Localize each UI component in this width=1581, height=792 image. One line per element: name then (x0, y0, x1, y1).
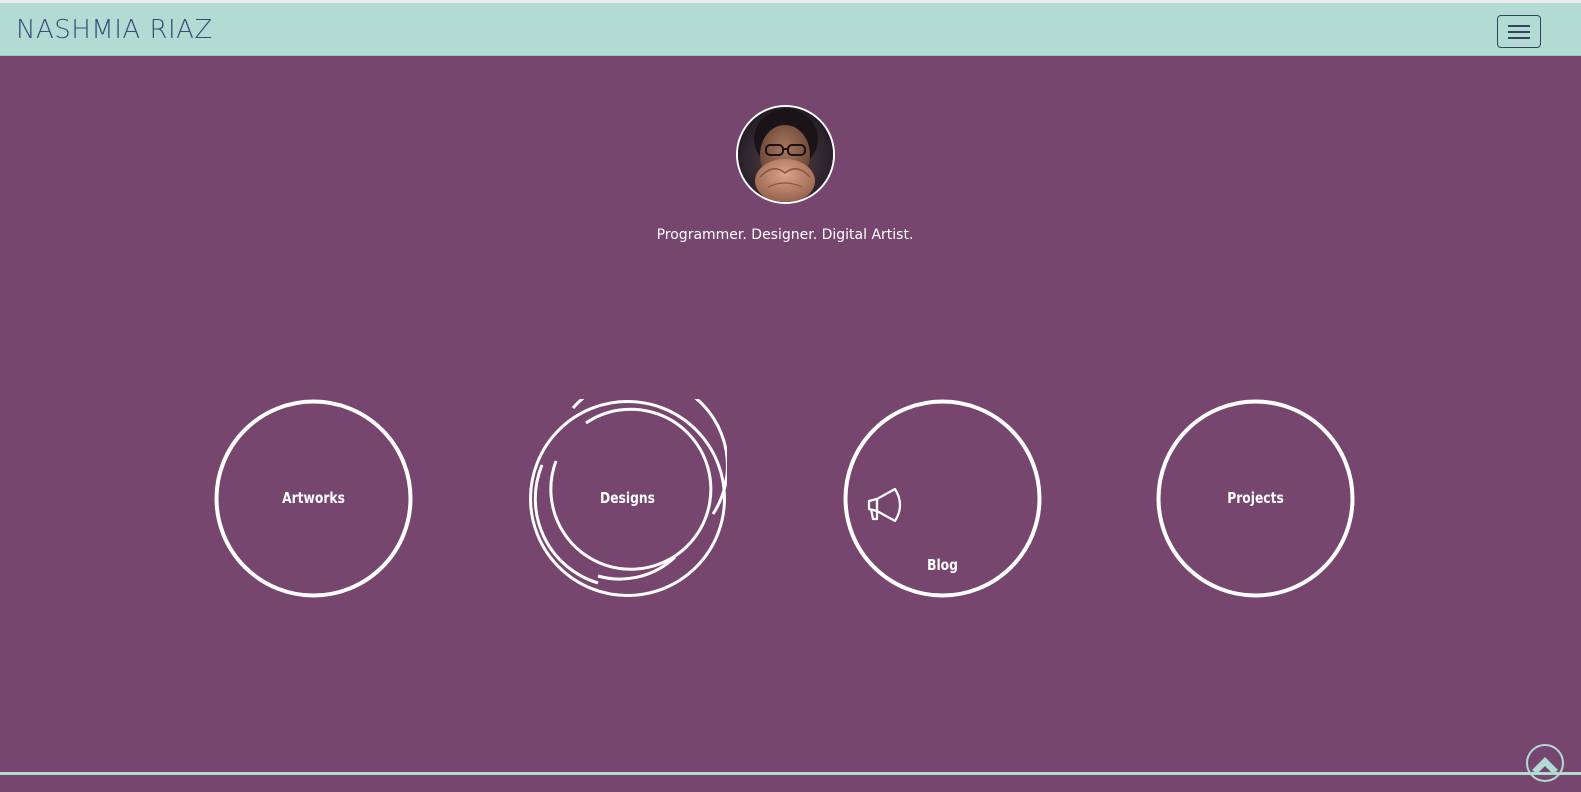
projects-link[interactable]: Projects (1156, 399, 1355, 598)
hamburger-menu-icon-bar (1508, 31, 1530, 33)
hero-section: Programmer. Designer. Digital Artist. Ar… (0, 56, 1581, 772)
projects-label: Projects (1227, 489, 1284, 507)
blog-link[interactable]: Blog (843, 399, 1042, 598)
scroll-to-top-button[interactable] (1525, 743, 1565, 783)
artworks-link[interactable]: Artworks (214, 399, 413, 598)
hamburger-menu-button[interactable] (1497, 15, 1541, 48)
blog-label: Blog (927, 556, 958, 574)
chevron-up-icon (1526, 744, 1564, 782)
avatar-photo (738, 107, 833, 202)
avatar (736, 105, 835, 204)
tagline: Programmer. Designer. Digital Artist. (656, 227, 914, 243)
brand-link[interactable]: NASHMIA RIAZ (16, 15, 213, 45)
hamburger-menu-icon-bar (1508, 25, 1530, 27)
page: NASHMIA RIAZ Programmer. Designer. Digit… (0, 0, 1581, 792)
navbar: NASHMIA RIAZ (0, 3, 1581, 56)
designs-link[interactable]: Designs (528, 399, 727, 598)
designs-label: Designs (600, 489, 655, 507)
artworks-label: Artworks (282, 489, 345, 507)
megaphone-icon (867, 487, 902, 523)
hamburger-menu-icon-bar (1508, 37, 1530, 39)
footer (0, 775, 1581, 792)
